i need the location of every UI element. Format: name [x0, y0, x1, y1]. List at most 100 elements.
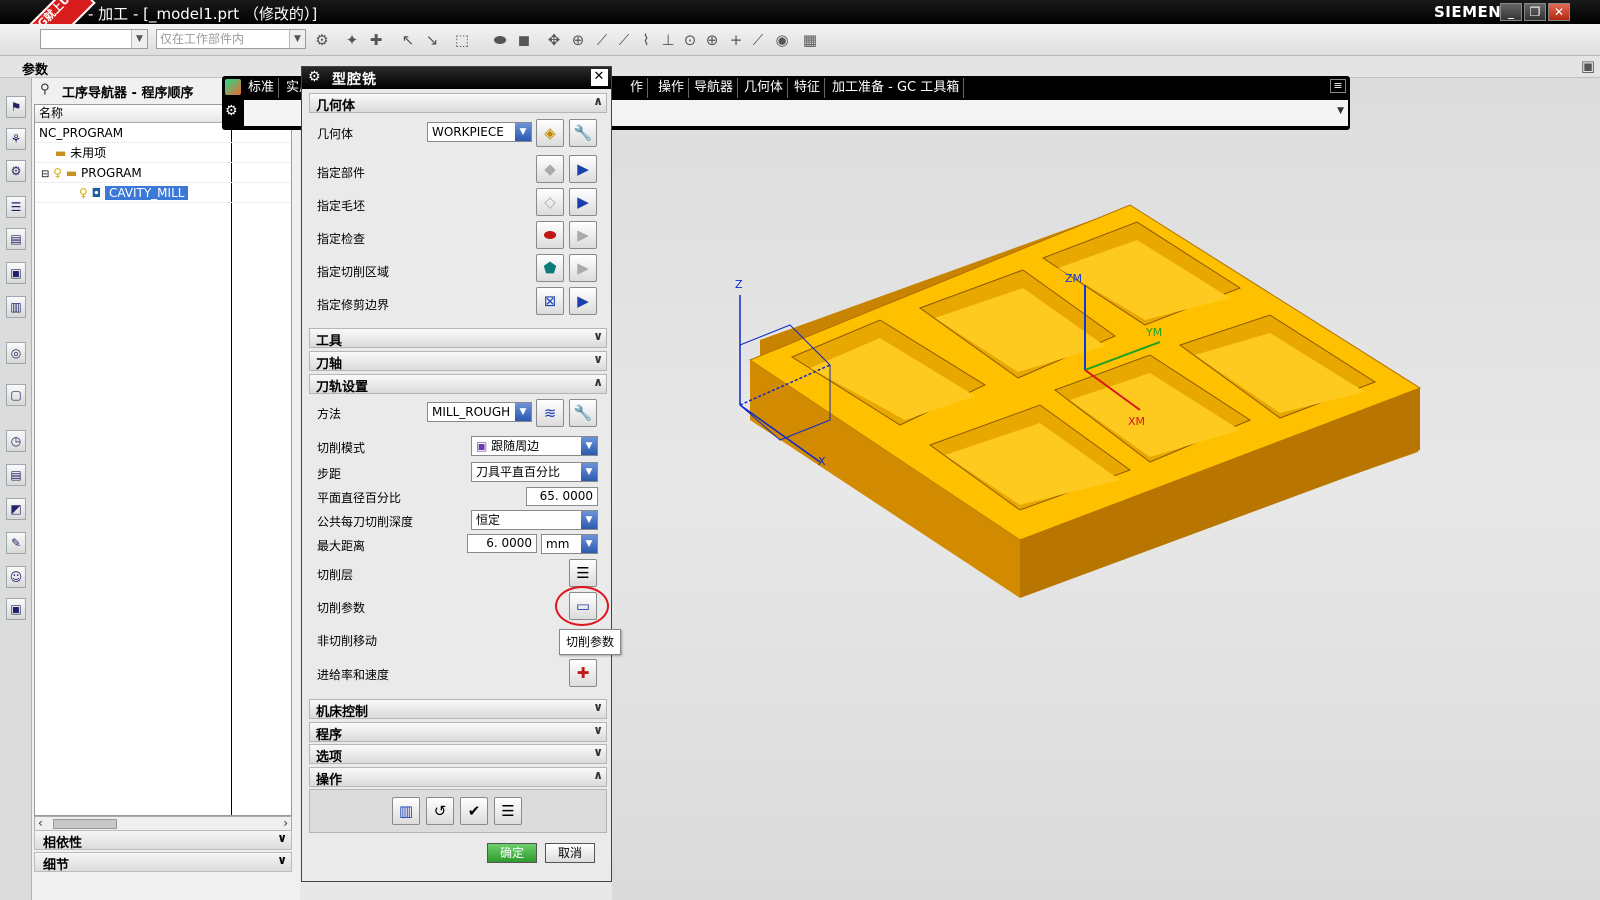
- diagonal-icon[interactable]: ⟋: [614, 30, 634, 50]
- clock-icon[interactable]: ◷: [6, 430, 26, 452]
- section-options[interactable]: 选项 ∨: [309, 744, 607, 765]
- section-machine-control[interactable]: 机床控制 ∨: [309, 699, 607, 720]
- collapse-icon[interactable]: ⊟: [41, 169, 49, 180]
- tab-operation[interactable]: 操作: [654, 78, 690, 98]
- point-icon[interactable]: +: [726, 30, 746, 50]
- web-browser-icon[interactable]: ◎: [6, 342, 26, 364]
- snap-icon[interactable]: ✦: [342, 30, 362, 50]
- filter-combo[interactable]: ▼: [40, 29, 148, 49]
- section-tool-axis[interactable]: 刀轴 ∨: [309, 351, 607, 372]
- specify-blank-button[interactable]: ◇: [536, 188, 564, 216]
- flashlight-icon[interactable]: ▶: [569, 287, 597, 315]
- chevron-down-icon[interactable]: ▼: [1337, 106, 1344, 116]
- solid-icon[interactable]: ⬬: [490, 30, 510, 50]
- midpoint-icon[interactable]: ⟋: [748, 30, 768, 50]
- new-geometry-button[interactable]: ◈: [536, 119, 564, 147]
- cancel-button[interactable]: 取消: [545, 843, 595, 863]
- cube-icon[interactable]: ◼: [514, 30, 534, 50]
- flashlight-icon[interactable]: ▶: [569, 188, 597, 216]
- tools-icon[interactable]: ✎: [6, 532, 26, 554]
- system-icon[interactable]: ▣: [6, 598, 26, 620]
- feeds-speeds-button[interactable]: ✚: [569, 659, 597, 687]
- tab-navigator[interactable]: 导航器: [690, 78, 739, 98]
- scroll-thumb[interactable]: [53, 819, 117, 829]
- section-tool[interactable]: 工具 ∨: [309, 328, 607, 349]
- stepover-select[interactable]: 刀具平直百分比 ▼: [471, 462, 598, 482]
- analysis-icon[interactable]: ◩: [6, 498, 26, 520]
- scroll-right-icon[interactable]: ›: [283, 816, 288, 830]
- specify-part-button[interactable]: ◆: [536, 155, 564, 183]
- restore-button[interactable]: ❐: [1524, 3, 1546, 21]
- move-icon[interactable]: ✥: [544, 30, 564, 50]
- line-icon[interactable]: ⟋: [592, 30, 612, 50]
- close-icon[interactable]: ✕: [591, 69, 608, 86]
- list-icon[interactable]: ☰: [494, 797, 522, 825]
- flashlight-icon[interactable]: ▶: [569, 221, 597, 249]
- dependencies-panel[interactable]: 相依性 ∨: [34, 830, 292, 851]
- deselect-icon[interactable]: ↘: [422, 30, 442, 50]
- scope-combo[interactable]: 仅在工作部件内 ▼: [156, 29, 306, 49]
- assembly-nav-icon[interactable]: ⚑: [6, 96, 26, 118]
- box-select-icon[interactable]: ⬚: [452, 30, 472, 50]
- cut-levels-button[interactable]: ☰: [569, 559, 597, 587]
- constraint-nav-icon[interactable]: ⚘: [6, 128, 26, 150]
- part-nav-icon[interactable]: ⚙: [6, 160, 26, 182]
- tab-standard[interactable]: 标准: [244, 78, 280, 98]
- scroll-left-icon[interactable]: ‹: [38, 816, 43, 830]
- section-geometry[interactable]: 几何体 ∧: [309, 93, 607, 114]
- specify-cut-area-button[interactable]: ⬟: [536, 254, 564, 282]
- verify-icon[interactable]: ✔: [460, 797, 488, 825]
- palette-icon[interactable]: ▥: [6, 296, 26, 318]
- cut-pattern-select[interactable]: ▣ 跟随周边 ▼: [471, 436, 598, 456]
- tab-feature[interactable]: 特征: [790, 78, 826, 98]
- depth-per-cut-select[interactable]: 恒定 ▼: [471, 510, 598, 530]
- reuse-library-icon[interactable]: ▣: [6, 262, 26, 284]
- ok-button[interactable]: 确定: [487, 843, 537, 863]
- section-path-settings[interactable]: 刀轨设置 ∧: [309, 374, 607, 395]
- geometry-select[interactable]: WORKPIECE ▼: [427, 122, 532, 142]
- tab-gc-toolbox[interactable]: 加工准备 - GC 工具箱: [828, 78, 965, 98]
- replay-icon[interactable]: ↺: [426, 797, 454, 825]
- panel-toggle-icon[interactable]: ▣: [1578, 56, 1598, 76]
- section-program[interactable]: 程序 ∨: [309, 722, 607, 743]
- pin-icon[interactable]: ⚲: [40, 82, 50, 97]
- orient-icon[interactable]: ⊕: [568, 30, 588, 50]
- gear-icon[interactable]: ⚙: [308, 69, 322, 85]
- curve-icon[interactable]: ⌇: [636, 30, 656, 50]
- machine-nav-icon[interactable]: ▤: [6, 228, 26, 250]
- tangent-icon[interactable]: ⊥: [658, 30, 678, 50]
- details-panel[interactable]: 细节 ∨: [34, 852, 292, 873]
- specify-check-button[interactable]: ⬬: [536, 221, 564, 249]
- unit-select[interactable]: mm ▼: [541, 534, 598, 554]
- tab-operation-partial[interactable]: 作: [626, 78, 649, 98]
- operation-nav-icon[interactable]: ☰: [6, 196, 26, 218]
- minimize-button[interactable]: _: [1500, 3, 1522, 21]
- process-studio-icon[interactable]: ▤: [6, 464, 26, 486]
- toolbar-options-icon[interactable]: ≡: [1330, 79, 1346, 93]
- tree-row-unused[interactable]: ▬ 未用项: [35, 143, 291, 163]
- close-window-button[interactable]: ✕: [1548, 3, 1570, 21]
- point-snap-icon[interactable]: ✚: [366, 30, 386, 50]
- flashlight-icon[interactable]: ▶: [569, 254, 597, 282]
- new-method-button[interactable]: ≋: [536, 399, 564, 427]
- circle-center-icon[interactable]: ⊙: [680, 30, 700, 50]
- max-distance-input[interactable]: 6. 0000: [467, 534, 537, 553]
- section-actions[interactable]: 操作 ∧: [309, 767, 607, 788]
- flashlight-icon[interactable]: ▶: [569, 155, 597, 183]
- quadrant-icon[interactable]: ⊕: [702, 30, 722, 50]
- generate-icon[interactable]: ▥: [392, 797, 420, 825]
- tree-row-program[interactable]: ⊟ ♀ ▬ PROGRAM: [35, 163, 291, 183]
- tree-row-cavity-mill[interactable]: ♀ ◘ CAVITY_MILL: [35, 183, 291, 203]
- select-icon[interactable]: ↖: [398, 30, 418, 50]
- flat-diameter-pct-input[interactable]: 65. 0000: [526, 487, 598, 506]
- edit-method-button[interactable]: 🔧: [569, 399, 597, 427]
- method-select[interactable]: MILL_ROUGH ▼: [427, 402, 532, 422]
- edit-geometry-button[interactable]: 🔧: [569, 119, 597, 147]
- selection-filter-icon[interactable]: ⚙: [312, 30, 332, 50]
- specify-trim-button[interactable]: ⊠: [536, 287, 564, 315]
- history-icon[interactable]: ▢: [6, 384, 26, 406]
- gear-icon[interactable]: ⚙: [225, 103, 238, 119]
- graphics-viewport[interactable]: Z X ZM YM XM: [612, 78, 1600, 900]
- tab-geometry[interactable]: 几何体: [740, 78, 789, 98]
- grid-icon[interactable]: ▦: [800, 30, 820, 50]
